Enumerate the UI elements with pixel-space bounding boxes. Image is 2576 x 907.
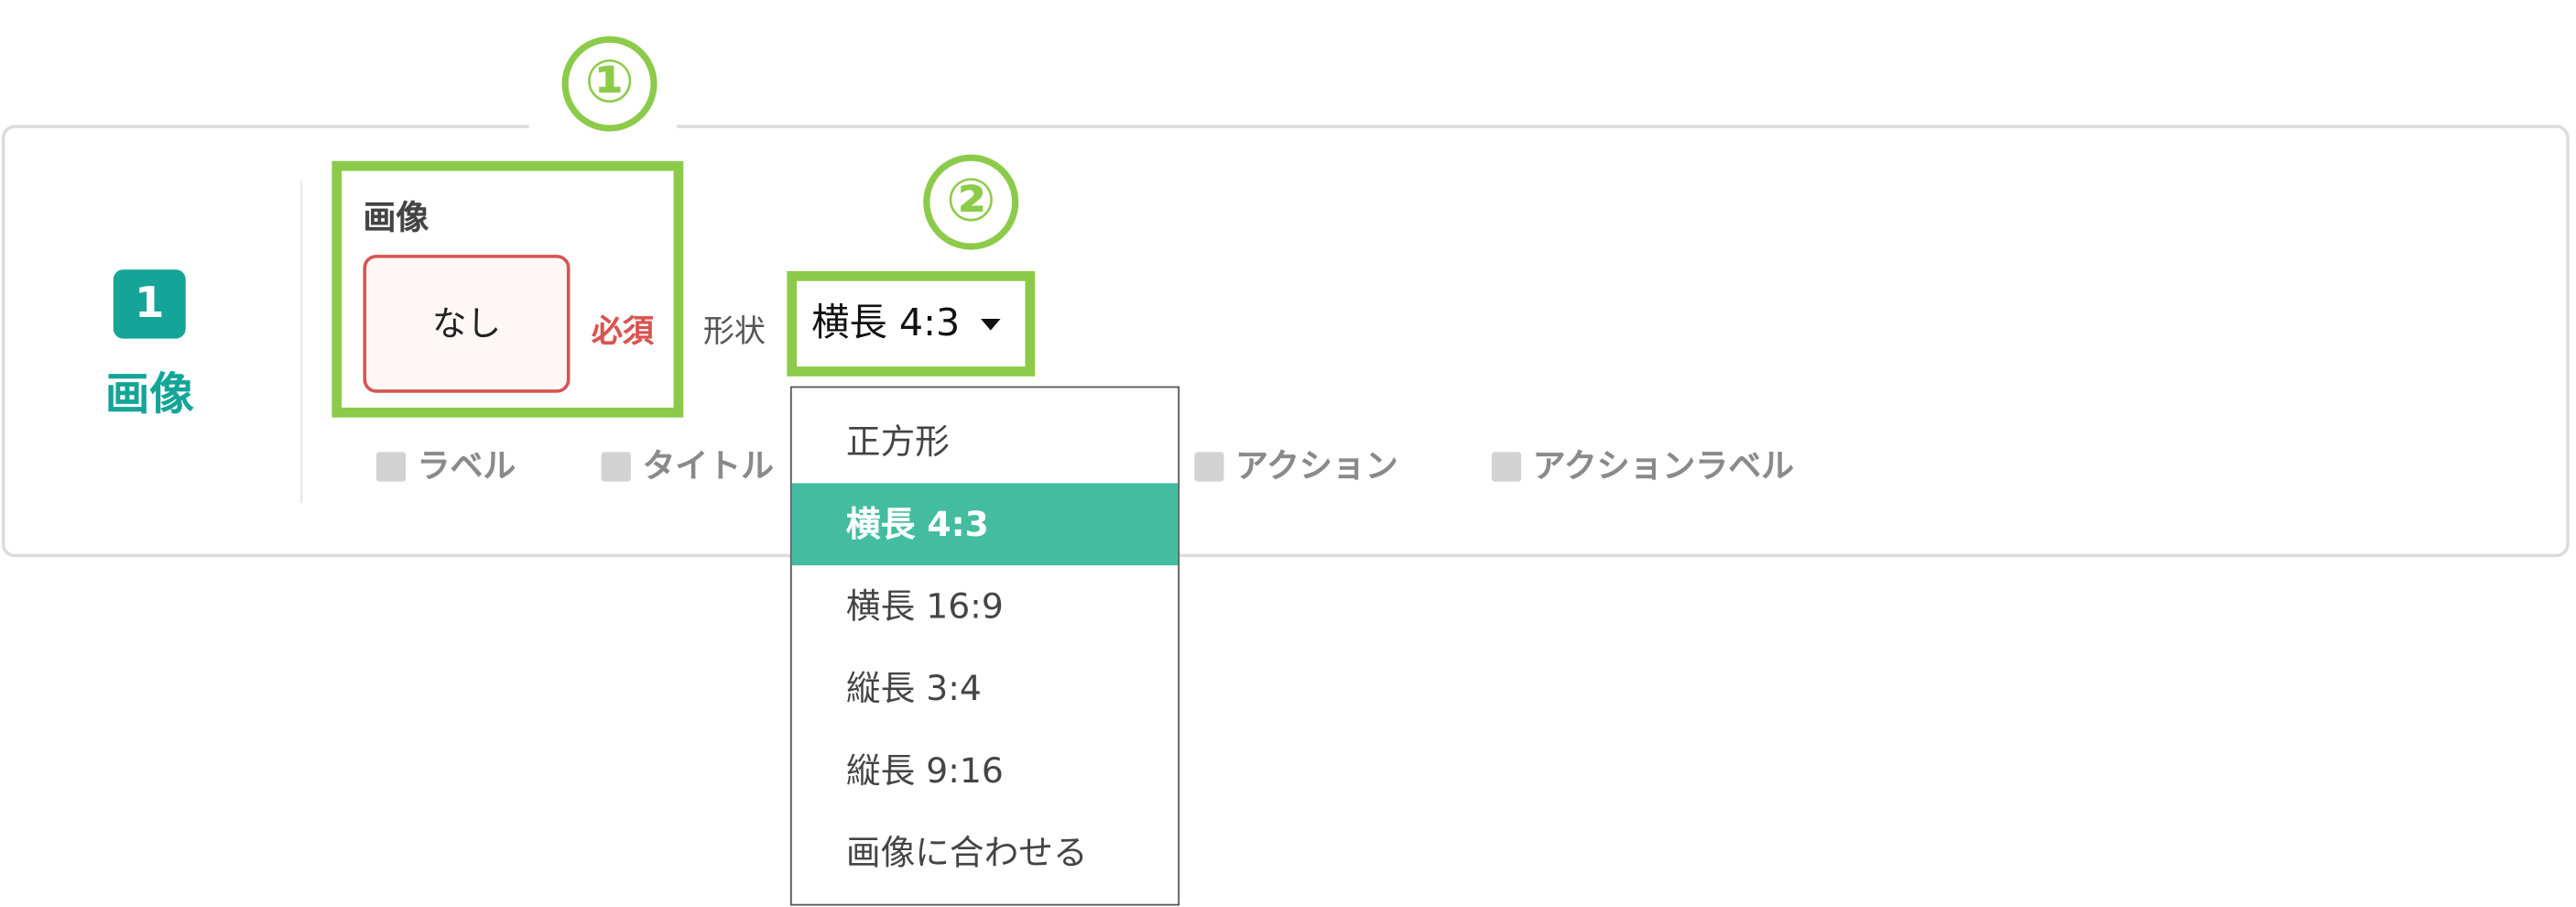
callout-number-2: ② <box>923 154 1019 250</box>
callout-number-1: ① <box>561 36 658 132</box>
toggle-title-text: タイトル <box>642 445 774 486</box>
checkbox-icon <box>1491 452 1522 482</box>
toggle-action-label[interactable]: アクションラベル <box>1491 445 1795 486</box>
toggle-label[interactable]: ラベル <box>375 445 516 486</box>
highlight-frame-1 <box>332 160 684 418</box>
dropdown-option-fit-image[interactable]: 画像に合わせる <box>792 812 1179 894</box>
canvas: 1 画像 画像 なし 必須 形状 横長 4:3 ラベル タイトル アクション ア… <box>0 0 2576 907</box>
toggle-action-label-text: アクションラベル <box>1532 445 1795 486</box>
vertical-divider <box>300 180 303 503</box>
dropdown-option-square[interactable]: 正方形 <box>792 401 1179 484</box>
shape-label: 形状 <box>702 313 766 351</box>
toggle-action[interactable]: アクション <box>1194 445 1398 486</box>
toggle-action-text: アクション <box>1235 445 1398 486</box>
checkbox-icon <box>601 452 631 482</box>
highlight-frame-2 <box>787 271 1036 377</box>
dropdown-option-landscape-16-9[interactable]: 横長 16:9 <box>792 565 1179 648</box>
dropdown-option-portrait-9-16[interactable]: 縦長 9:16 <box>792 730 1179 813</box>
dropdown-option-landscape-4-3[interactable]: 横長 4:3 <box>791 483 1179 566</box>
step-number-badge: 1 <box>113 269 186 339</box>
toggle-title[interactable]: タイトル <box>601 445 774 486</box>
checkbox-icon <box>1194 452 1224 482</box>
toggle-label-text: ラベル <box>417 445 516 486</box>
step-label: 画像 <box>104 369 194 421</box>
shape-dropdown-menu: 正方形 横長 4:3 横長 16:9 縦長 3:4 縦長 9:16 画像に合わせ… <box>789 386 1180 906</box>
dropdown-option-portrait-3-4[interactable]: 縦長 3:4 <box>792 648 1179 730</box>
checkbox-icon <box>375 452 407 482</box>
